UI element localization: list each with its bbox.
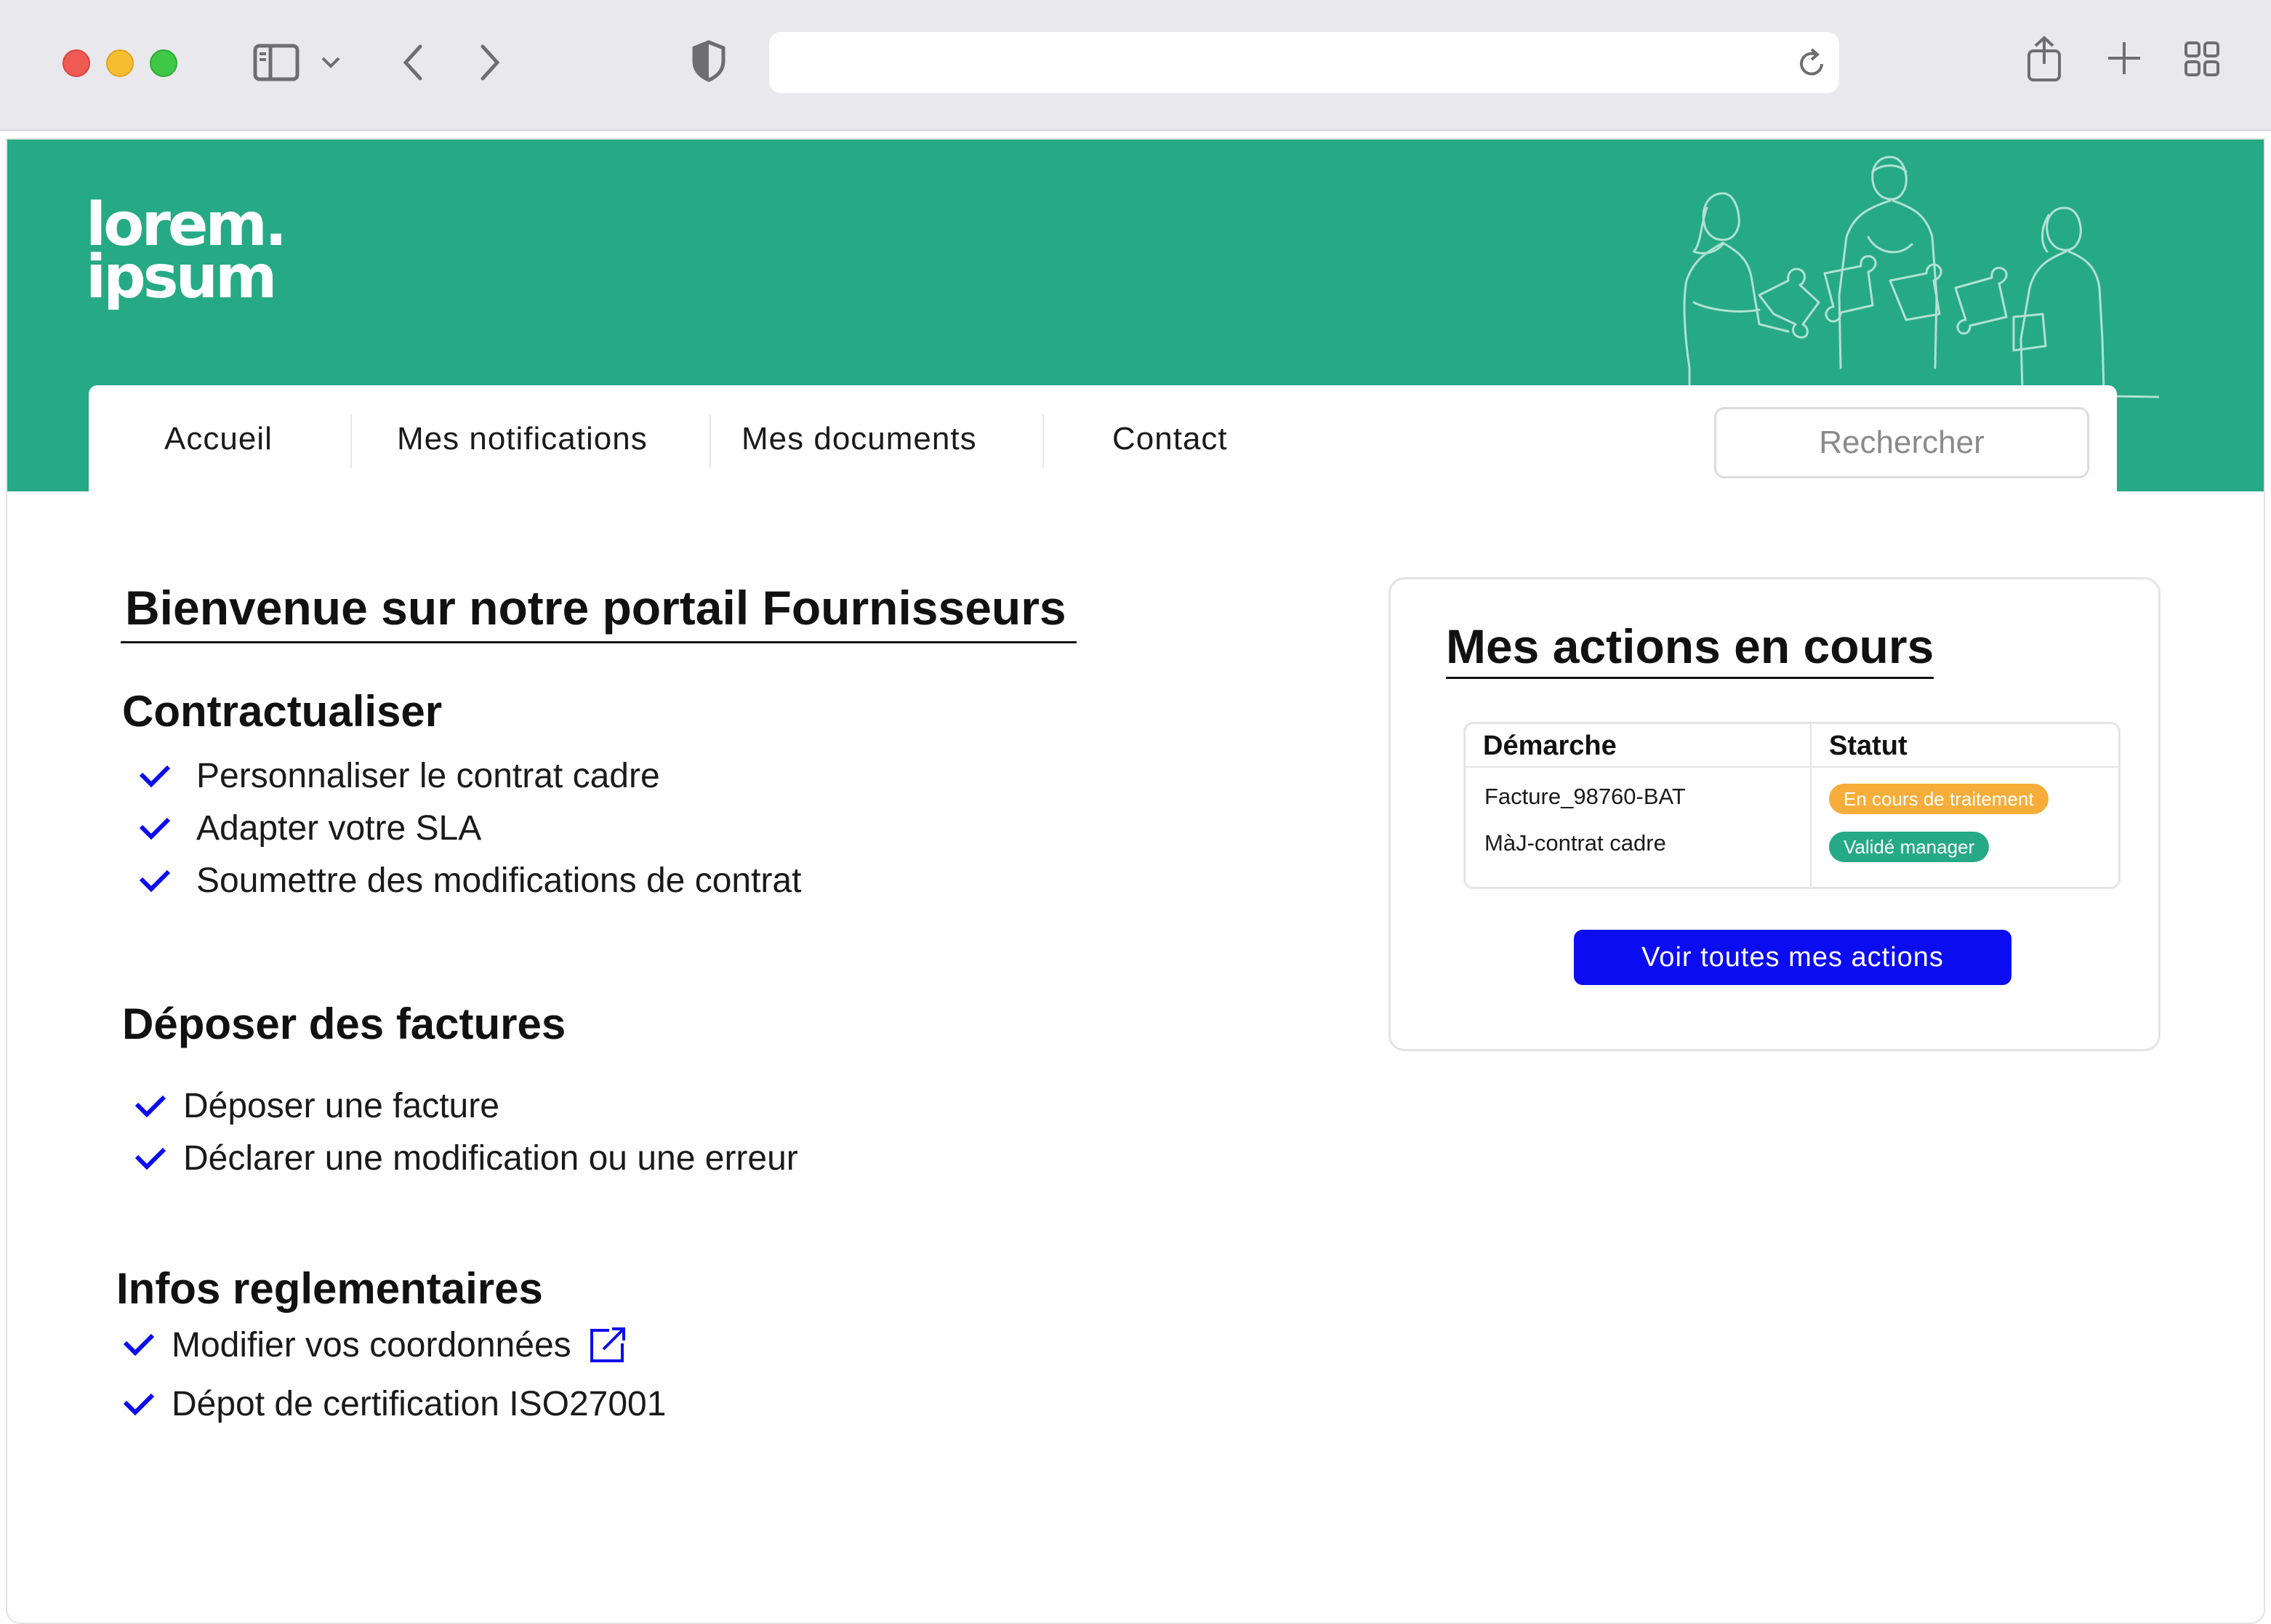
check-icon bbox=[123, 1393, 155, 1415]
section-heading-deposer-factures: Déposer des factures bbox=[122, 1000, 566, 1048]
list-item[interactable]: Déposer une facture bbox=[134, 1086, 499, 1126]
actions-card: Mes actions en cours Démarche Statut Fac… bbox=[1388, 577, 2161, 1051]
main-nav: Accueil Mes notifications Mes documents … bbox=[89, 385, 2117, 493]
list-item-label: Modifier vos coordonnées bbox=[172, 1325, 571, 1364]
chevron-down-icon[interactable] bbox=[320, 54, 342, 71]
list-item[interactable]: Dépot de certification ISO27001 bbox=[122, 1384, 666, 1424]
list-item-label: Déposer une facture bbox=[183, 1087, 499, 1125]
check-icon bbox=[139, 765, 171, 787]
table-column-divider bbox=[1810, 724, 1812, 887]
nav-item-accueil[interactable]: Accueil bbox=[164, 385, 273, 493]
close-window-button[interactable] bbox=[63, 49, 90, 77]
list-item[interactable]: Déclarer une modification ou une erreur bbox=[134, 1138, 798, 1178]
column-header-statut: Statut bbox=[1829, 730, 1908, 761]
page-title: Bienvenue sur notre portail Fournisseurs bbox=[121, 580, 1077, 643]
list-item-label: Soumettre des modifications de contrat bbox=[196, 861, 802, 900]
table-row-demarche[interactable]: Facture_98760-BAT bbox=[1484, 784, 1686, 810]
section-heading-contractualiser: Contractualiser bbox=[122, 687, 443, 736]
check-icon bbox=[134, 1095, 166, 1117]
column-header-demarche: Démarche bbox=[1483, 730, 1617, 761]
list-item[interactable]: Adapter votre SLA bbox=[138, 808, 481, 848]
shield-icon[interactable] bbox=[691, 39, 727, 83]
list-item[interactable]: Modifier vos coordonnées bbox=[122, 1324, 628, 1365]
see-all-actions-button[interactable]: Voir toutes mes actions bbox=[1574, 930, 2011, 985]
web-page: lorem. ipsum Accueil Mes notifications M… bbox=[6, 138, 2265, 1624]
minimize-window-button[interactable] bbox=[106, 49, 134, 77]
table-row-demarche[interactable]: MàJ-contrat cadre bbox=[1484, 830, 1666, 856]
external-link-icon[interactable] bbox=[587, 1324, 628, 1365]
list-item[interactable]: Soumettre des modifications de contrat bbox=[138, 861, 801, 901]
browser-toolbar bbox=[0, 0, 2271, 131]
nav-divider bbox=[710, 414, 711, 468]
team-puzzle-illustration bbox=[1678, 156, 2159, 398]
status-badge: En cours de traitement bbox=[1829, 784, 2049, 814]
new-tab-icon[interactable] bbox=[2107, 41, 2142, 76]
nav-item-contact[interactable]: Contact bbox=[1112, 385, 1228, 493]
logo-line-2: ipsum bbox=[86, 243, 277, 312]
actions-table: Démarche Statut Facture_98760-BAT En cou… bbox=[1463, 722, 2121, 889]
nav-divider bbox=[350, 414, 352, 468]
nav-item-mes-notifications[interactable]: Mes notifications bbox=[397, 385, 648, 493]
list-item-label: Personnaliser le contrat cadre bbox=[196, 757, 660, 795]
nav-item-mes-documents[interactable]: Mes documents bbox=[741, 385, 977, 493]
check-icon bbox=[139, 817, 171, 840]
back-icon[interactable] bbox=[400, 42, 426, 83]
check-icon bbox=[139, 869, 171, 892]
check-icon bbox=[123, 1333, 155, 1356]
reload-icon[interactable] bbox=[1796, 47, 1828, 80]
sidebar-icon[interactable] bbox=[253, 44, 300, 81]
section-heading-infos-reglementaires: Infos reglementaires bbox=[116, 1264, 543, 1313]
share-icon[interactable] bbox=[2025, 35, 2063, 83]
address-bar[interactable] bbox=[769, 32, 1839, 93]
forward-icon[interactable] bbox=[477, 42, 503, 83]
status-badge: Validé manager bbox=[1829, 832, 1990, 862]
tab-overview-icon[interactable] bbox=[2184, 41, 2220, 77]
list-item[interactable]: Personnaliser le contrat cadre bbox=[138, 756, 660, 796]
nav-divider bbox=[1042, 414, 1044, 468]
list-item-label: Dépot de certification ISO27001 bbox=[172, 1385, 667, 1423]
actions-card-title: Mes actions en cours bbox=[1446, 619, 1934, 679]
list-item-label: Adapter votre SLA bbox=[196, 809, 482, 848]
table-header-divider bbox=[1466, 766, 2118, 768]
check-icon bbox=[134, 1147, 166, 1170]
zoom-window-button[interactable] bbox=[150, 49, 177, 77]
list-item-label: Déclarer une modification ou une erreur bbox=[183, 1139, 798, 1178]
search-input[interactable]: Rechercher bbox=[1714, 407, 2089, 478]
logo[interactable]: lorem. ipsum bbox=[86, 196, 287, 312]
